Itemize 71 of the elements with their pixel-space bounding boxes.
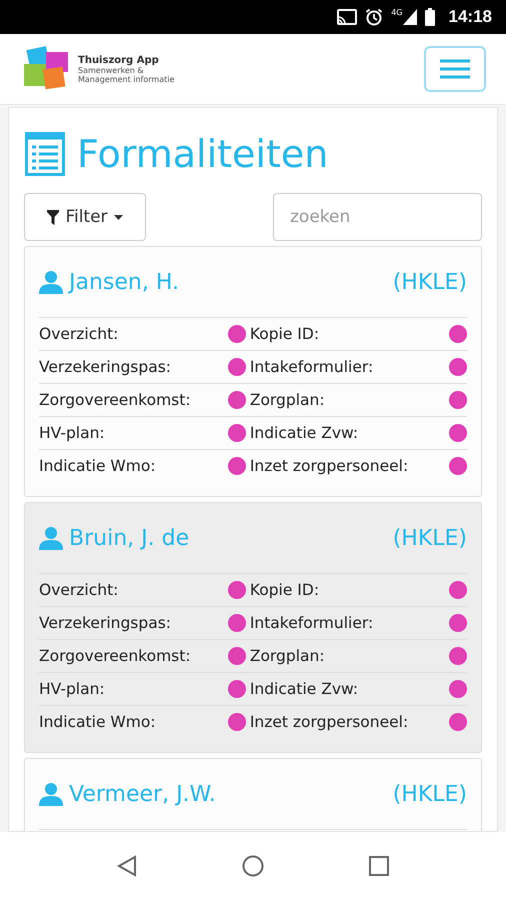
recents-icon[interactable] [369, 856, 389, 876]
client-name[interactable]: Bruin, J. de [69, 526, 190, 550]
status-dot [449, 581, 467, 599]
status-dot [449, 457, 467, 475]
page-title: Formaliteiten [77, 132, 328, 176]
status-dot [228, 680, 246, 698]
status-dot [449, 713, 467, 731]
app-tagline: Management informatie [78, 74, 174, 84]
status-dot [449, 358, 467, 376]
document-label: Zorgovereenkomst: [39, 391, 191, 409]
list-icon [25, 132, 65, 176]
status-dot [228, 647, 246, 665]
document-label: Kopie ID: [250, 581, 320, 599]
document-label: Overzicht: [39, 581, 118, 599]
menu-icon [440, 59, 470, 79]
status-dot [228, 325, 246, 343]
funnel-icon [47, 210, 60, 224]
status-dot [228, 391, 246, 409]
filter-button[interactable]: Filter [24, 193, 146, 241]
document-label: Indicatie Wmo: [39, 457, 156, 475]
status-dot [449, 325, 467, 343]
status-dot [228, 424, 246, 442]
person-icon [39, 270, 63, 294]
status-dot [449, 680, 467, 698]
client-tag: (HKLE) [392, 270, 467, 294]
signal-icon [402, 9, 417, 25]
battery-icon [424, 8, 435, 26]
document-label: Intakeformulier: [250, 614, 374, 632]
client-card[interactable]: Jansen, H. (HKLE) Overzicht: Kopie ID: Verzekeringspas: Intakeformulier: Zorgovereenkomst: Zorgplan: HV-plan: Indicatie Zvw: Indicatie Wmo: Inzet zorgpersoneel: [24, 246, 482, 497]
status-dot [228, 713, 246, 731]
document-label: HV-plan: [39, 680, 105, 698]
clock-time: 14:18 [448, 7, 492, 27]
document-label: Inzet zorgpersoneel: [250, 713, 408, 731]
document-label: Zorgovereenkomst: [39, 647, 191, 665]
cast-icon [337, 9, 358, 25]
status-dot [449, 391, 467, 409]
alarm-icon [365, 8, 384, 26]
document-label: Kopie ID: [250, 325, 320, 343]
status-dot [228, 581, 246, 599]
client-card[interactable]: Bruin, J. de (HKLE) Overzicht: Kopie ID: Verzekeringspas: Intakeformulier: Zorgovereenkomst: Zorgplan: HV-plan: Indicatie Zvw: Indicatie Wmo: Inzet zorgpersoneel: [24, 502, 482, 753]
network-label: 4G [391, 8, 403, 17]
status-dot [228, 614, 246, 632]
document-label: HV-plan: [39, 424, 105, 442]
caret-icon [114, 214, 123, 220]
document-label: Indicatie Zvw: [250, 424, 358, 442]
document-label: Indicatie Zvw: [250, 680, 358, 698]
document-label: Zorgplan: [250, 647, 325, 665]
client-tag: (HKLE) [392, 526, 467, 550]
person-icon [39, 526, 63, 550]
status-dot [228, 358, 246, 376]
document-label: Indicatie Wmo: [39, 713, 156, 731]
client-name[interactable]: Jansen, H. [69, 270, 179, 294]
document-label: Overzicht: [39, 325, 118, 343]
app-name: Thuiszorg App [78, 54, 160, 66]
client-card[interactable]: Vermeer, J.W. (HKLE) [24, 758, 482, 831]
status-dot [228, 457, 246, 475]
person-icon [39, 782, 63, 806]
document-label: Verzekeringspas: [39, 358, 171, 376]
document-label: Inzet zorgpersoneel: [250, 457, 408, 475]
document-label: Verzekeringspas: [39, 614, 171, 632]
search-field[interactable]: zoeken [273, 193, 482, 241]
client-name[interactable]: Vermeer, J.W. [69, 782, 216, 806]
document-label: Zorgplan: [250, 391, 325, 409]
document-label: Intakeformulier: [250, 358, 374, 376]
back-icon[interactable] [117, 855, 137, 877]
status-dot [449, 647, 467, 665]
client-tag: (HKLE) [392, 782, 467, 806]
status-dot [449, 614, 467, 632]
home-icon[interactable] [242, 855, 264, 877]
status-dot [449, 424, 467, 442]
app-tagline: Samenwerken & [78, 66, 144, 74]
